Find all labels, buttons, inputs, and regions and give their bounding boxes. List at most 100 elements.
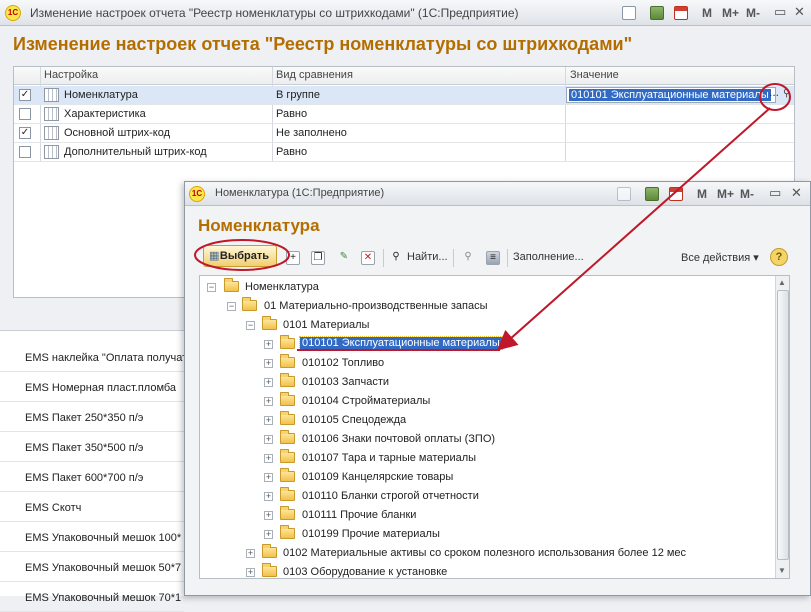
memory-m-button[interactable]: M [702,6,712,20]
expand-icon[interactable]: + [264,454,273,463]
scrollbar-thumb[interactable] [777,290,789,560]
comparison-cell[interactable]: Равно [276,146,307,158]
expand-icon[interactable]: + [264,340,273,349]
collapse-icon[interactable]: − [227,302,236,311]
scroll-up-icon[interactable]: ▲ [778,278,786,287]
tree-row-label: 0101 Материалы [283,319,370,331]
tree-row[interactable]: − 01 Материально-производственные запасы [200,297,775,316]
edit-icon[interactable]: ✎ [337,251,351,265]
vertical-scrollbar[interactable]: ▲ ▼ [775,276,789,578]
expand-icon[interactable]: + [264,378,273,387]
tree-row[interactable]: + 010110 Бланки строгой отчетности [200,487,775,506]
comparison-cell[interactable]: Не заполнено [276,127,347,139]
minimize-icon[interactable]: ▭ [774,4,786,20]
folder-icon [242,297,257,311]
tree-row-label: 010111 Прочие бланки [302,509,417,521]
doc-icon[interactable] [617,187,631,201]
background-report-list: EMS наклейка "Оплата получат EMS Номерна… [0,330,188,612]
memory-mminus-button[interactable]: M- [746,6,760,20]
row-checkbox[interactable]: ✓ [19,89,31,101]
copy-icon[interactable]: ❐ [311,251,325,265]
tree-row[interactable]: + 010199 Прочие материалы [200,525,775,544]
expand-icon[interactable]: + [264,435,273,444]
search-icon[interactable]: ⚲ [389,251,403,265]
table-row[interactable]: Дополнительный штрих-код Равно [14,143,794,162]
tree-row[interactable]: − Номенклатура [200,278,775,297]
tree-row[interactable]: + 0102 Материальные активы со сроком пол… [200,544,775,563]
tree-row[interactable]: + 010109 Канцелярские товары [200,468,775,487]
table-row[interactable]: Характеристика Равно [14,105,794,124]
column-header-value[interactable]: Значение [570,69,619,81]
list-icon[interactable]: ≡ [486,251,500,265]
tree-row-label: 01 Материально-производственные запасы [264,300,488,312]
expand-icon[interactable]: + [264,359,273,368]
list-item: EMS Упаковочный мешок 70*1 [0,582,184,612]
table-row[interactable]: ✓ Номенклатура В группе 010101 Эксплуата… [14,86,794,105]
comparison-cell[interactable]: Равно [276,108,307,120]
comparison-cell[interactable]: В группе [276,89,320,101]
column-header-setting[interactable]: Настройка [44,69,98,81]
collapse-icon[interactable]: − [246,321,255,330]
tree-row[interactable]: + 010106 Знаки почтовой оплаты (ЗПО) [200,430,775,449]
expand-icon[interactable]: + [264,473,273,482]
close-icon[interactable]: ✕ [794,4,805,20]
expand-icon[interactable]: + [264,530,273,539]
inner-title-bar: 1С Номенклатура (1С:Предприятие) M M+ M-… [185,182,810,206]
tree-row[interactable]: + 0103 Оборудование к установке [200,563,775,578]
select-button[interactable]: Выбрать [203,245,277,267]
tree-row[interactable]: + 010104 Стройматериалы [200,392,775,411]
all-actions-menu[interactable]: Все действия ▾ [681,251,759,264]
memory-mminus-button[interactable]: M- [740,187,754,201]
expand-icon[interactable]: + [264,397,273,406]
table-row[interactable]: ✓ Основной штрих-код Не заполнено [14,124,794,143]
folder-icon [280,506,295,520]
doc-icon[interactable] [622,6,636,20]
calendar-icon[interactable] [674,6,688,20]
list-item: EMS Скотч [0,492,184,522]
tree-row[interactable]: + 010103 Запчасти [200,373,775,392]
search-icon[interactable]: ⚲ [783,88,793,102]
expand-icon[interactable]: + [246,568,255,577]
help-button[interactable]: ? [770,248,788,266]
book-icon [44,107,59,121]
expand-icon[interactable]: + [264,416,273,425]
minimize-icon[interactable]: ▭ [769,185,781,201]
scroll-down-icon[interactable]: ▼ [778,566,786,575]
toolbar-separator [507,249,508,267]
tree-row[interactable]: + 010111 Прочие бланки [200,506,775,525]
add-folder-icon[interactable]: + [286,251,300,265]
tree-row-label: Номенклатура [245,281,319,293]
cancel-search-icon[interactable]: ⚲ [461,251,475,265]
memory-mplus-button[interactable]: M+ [717,187,734,201]
nomenclature-dialog: 1С Номенклатура (1С:Предприятие) M M+ M-… [184,181,811,596]
calendar-icon[interactable] [669,187,683,201]
row-checkbox[interactable] [19,108,31,120]
value-input[interactable]: 010101 Эксплуатационные материалы [566,87,776,103]
delete-icon[interactable]: ✕ [361,251,375,265]
select-value-button[interactable]: ... [766,86,782,102]
memory-mplus-button[interactable]: M+ [722,6,739,20]
tree-row[interactable]: − 0101 Материалы [200,316,775,335]
close-icon[interactable]: ✕ [791,185,802,201]
setting-cell: Дополнительный штрих-код [64,146,207,158]
tree-row[interactable]: + 010102 Топливо [200,354,775,373]
row-checkbox[interactable]: ✓ [19,127,31,139]
collapse-icon[interactable]: − [207,283,216,292]
book-icon [44,126,59,140]
fill-button[interactable]: Заполнение... [513,251,584,263]
tree-row[interactable]: + 010101 Эксплуатационные материалы [200,335,775,354]
folder-icon [262,544,277,558]
calculator-icon[interactable] [645,187,659,201]
toolbar-separator [383,249,384,267]
row-checkbox[interactable] [19,146,31,158]
expand-icon[interactable]: + [264,492,273,501]
list-item-text: EMS наклейка "Оплата получат [25,352,188,364]
memory-m-button[interactable]: M [697,187,707,201]
expand-icon[interactable]: + [264,511,273,520]
find-button[interactable]: Найти... [407,251,448,263]
tree-row[interactable]: + 010105 Спецодежда [200,411,775,430]
column-header-comparison[interactable]: Вид сравнения [276,69,353,81]
tree-row[interactable]: + 010107 Тара и тарные материалы [200,449,775,468]
expand-icon[interactable]: + [246,549,255,558]
calculator-icon[interactable] [650,6,664,20]
